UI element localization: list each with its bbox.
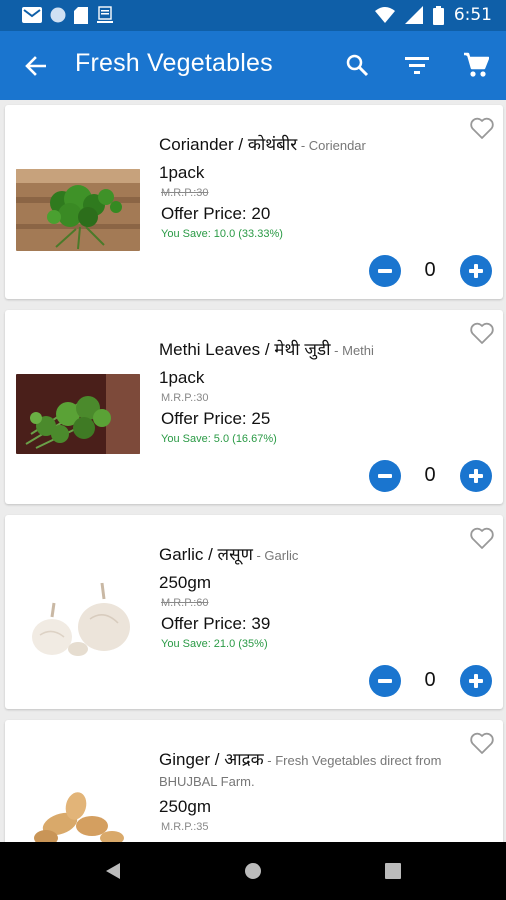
nav-recents-icon[interactable] [385,863,401,879]
product-name: Garlic / लसूण [159,545,253,564]
coriander-image [16,169,140,251]
gmail-icon [22,7,42,23]
filter-icon [405,57,429,74]
news-icon [97,6,113,23]
product-name: Ginger / आद्रक [159,750,264,769]
offer-price: Offer Price: 20 [161,204,271,223]
you-save: You Save: 21.0 (35%) [161,638,268,650]
sd-card-icon [74,6,88,24]
wifi-icon [374,7,395,23]
quantity-value: 0 [424,464,436,486]
increase-quantity-button[interactable] [460,255,492,287]
cart-icon [464,52,489,77]
search-icon [346,54,369,77]
product-name: Methi Leaves / मेथी जुडी [159,340,331,359]
decrease-quantity-button[interactable] [369,665,401,697]
you-save: You Save: 10.0 (33.33%) [161,228,283,240]
page-title: Fresh Vegetables [75,49,273,77]
increase-quantity-button[interactable] [460,665,492,697]
back-button[interactable] [20,51,50,81]
app-bar: Fresh Vegetables [0,31,506,100]
product-name-line: Methi Leaves / मेथी जुडी - Methi [159,340,489,361]
mrp: M.R.P.:30 [161,187,209,199]
battery-icon [432,5,444,25]
mrp: M.R.P.:30 [161,392,209,404]
product-image-ginger[interactable] [16,784,140,842]
product-name: Coriander / कोथंबीर [159,135,298,154]
pack-size: 250gm [159,797,211,816]
signal-icon [404,6,423,24]
pack-size: 1pack [159,163,205,182]
nav-back-icon[interactable] [104,862,122,880]
nav-home-icon[interactable] [244,862,262,880]
product-card[interactable]: Coriander / कोथंबीर - Coriendar 1pack M.… [5,105,503,299]
product-name-line: Ginger / आद्रक - Fresh Vegetables direct… [159,750,489,792]
pack-size: 1pack [159,368,205,387]
product-name-line: Garlic / लसूण - Garlic [159,545,489,566]
garlic-image [16,579,140,661]
back-arrow-icon [25,56,46,76]
product-image-coriander[interactable] [16,169,140,251]
you-save: You Save: 5.0 (16.67%) [161,433,277,445]
offer-price: Offer Price: 25 [161,409,271,428]
search-button[interactable] [342,50,372,80]
product-subtitle: - Garlic [252,548,299,563]
product-subtitle: - Methi [330,343,374,358]
circle-icon [50,7,66,23]
mrp: M.R.P.:35 [161,821,209,833]
increase-quantity-button[interactable] [460,460,492,492]
decrease-quantity-button[interactable] [369,255,401,287]
navigation-bar [0,842,506,900]
status-bar: 6:51 [0,0,506,31]
pack-size: 250gm [159,573,211,592]
product-list[interactable]: Coriander / कोथंबीर - Coriendar 1pack M.… [0,100,506,842]
product-image-methi[interactable] [16,374,140,454]
product-card[interactable]: Garlic / लसूण - Garlic 250gm M.R.P.:60 O… [5,515,503,709]
cart-button[interactable] [461,50,491,80]
offer-price: Offer Price: 39 [161,614,271,633]
decrease-quantity-button[interactable] [369,460,401,492]
product-name-line: Coriander / कोथंबीर - Coriendar [159,135,489,156]
ginger-image [16,784,140,842]
product-image-garlic[interactable] [16,579,140,661]
product-subtitle: - Coriendar [297,138,366,153]
status-time: 6:51 [453,5,492,25]
quantity-value: 0 [424,259,436,281]
filter-button[interactable] [402,50,432,80]
product-card[interactable]: Methi Leaves / मेथी जुडी - Methi 1pack M… [5,310,503,504]
mrp: M.R.P.:60 [161,597,209,609]
methi-image [16,374,140,454]
product-card[interactable]: Ginger / आद्रक - Fresh Vegetables direct… [5,720,503,842]
quantity-value: 0 [424,669,436,691]
